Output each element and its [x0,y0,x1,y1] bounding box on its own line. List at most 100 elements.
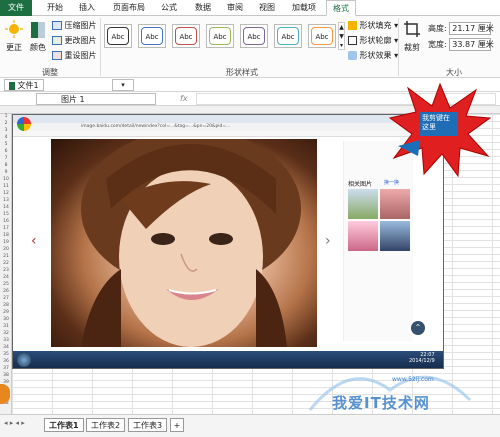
prev-arrow-icon[interactable]: ‹ [31,233,37,249]
row-number[interactable]: 27 [0,296,12,301]
row-number[interactable]: 4 [0,135,12,140]
width-input[interactable]: 33.87 厘米 [449,38,494,51]
shape-style-5[interactable]: Abc [240,24,268,48]
height-input[interactable]: 21.17 厘米 [449,22,494,35]
tab-formulas[interactable]: 公式 [154,0,184,16]
related-thumb-1[interactable] [348,189,378,219]
row-number[interactable]: 3 [0,128,12,133]
tab-review[interactable]: 审阅 [220,0,250,16]
compress-pictures-button[interactable]: 压缩图片 [52,20,97,31]
row-number[interactable]: 24 [0,275,12,280]
height-row: 高度: 21.17 厘米 [428,22,494,35]
browser-logo-icon [17,117,31,131]
row-number[interactable]: 12 [0,191,12,196]
row-number[interactable]: 11 [0,184,12,189]
shape-outline-button[interactable]: 形状轮廓 ▾ [348,35,398,46]
row-number[interactable]: 17 [0,226,12,231]
browser-tab-strip [13,115,443,123]
row-number[interactable]: 18 [0,233,12,238]
row-number[interactable]: 1 [0,114,12,119]
row-number[interactable]: 23 [0,268,12,273]
tab-insert[interactable]: 插入 [72,0,102,16]
row-number[interactable]: 8 [0,163,12,168]
start-button-icon[interactable] [17,353,31,367]
shape-style-2[interactable]: Abc [138,24,166,48]
paint-bucket-icon [348,21,357,30]
shape-style-3[interactable]: Abc [172,24,200,48]
new-sheet-icon[interactable]: + [170,418,184,432]
document-tab[interactable]: 文件1 [4,79,44,91]
crop-label: 裁剪 [404,43,420,52]
ribbon-tabs: 文件 开始 插入 页面布局 公式 数据 审阅 视图 加载项 格式 [0,0,500,16]
row-number[interactable]: 29 [0,310,12,315]
sheet-tab-bar: ◂ ▸ ◂ ▸ 工作表1 工作表2 工作表3 + [0,414,500,437]
row-number[interactable]: 33 [0,338,12,343]
sheet-tab-3[interactable]: 工作表3 [128,418,168,432]
tab-page-layout[interactable]: 页面布局 [106,0,152,16]
watermark-text: 我爱IT技术网 [332,394,430,412]
fx-icon[interactable]: fx [180,93,188,105]
row-number[interactable]: 15 [0,212,12,217]
shape-style-scroll[interactable]: ▲ ▼ ▾ [338,22,345,50]
tab-format[interactable]: 格式 [326,0,356,16]
row-number[interactable]: 19 [0,240,12,245]
shape-style-4[interactable]: Abc [206,24,234,48]
new-document-dropdown[interactable]: ▾ [112,79,134,91]
tab-home[interactable]: 开始 [40,0,70,16]
row-number[interactable]: 13 [0,198,12,203]
row-number[interactable]: 7 [0,156,12,161]
row-number[interactable]: 14 [0,205,12,210]
row-number[interactable]: 37 [0,366,12,371]
shape-style-6[interactable]: Abc [274,24,302,48]
shuffle-link[interactable]: 换一换 [384,179,399,186]
sheet-tab-1[interactable]: 工作表1 [44,418,84,432]
next-arrow-icon[interactable]: › [325,233,331,249]
row-headers: 1 2 3 4 5 6 7 8 9 10 11 12 13 14 15 16 17 18 19 20 21 22 23 24 2… [0,114,12,414]
row-number[interactable]: 32 [0,331,12,336]
corrections-button[interactable]: 更正 [4,20,24,53]
row-number[interactable]: 36 [0,359,12,364]
row-number[interactable]: 20 [0,247,12,252]
shape-style-1[interactable]: Abc [104,24,132,48]
callout-text: 我剪键在 这里 [420,112,458,136]
crop-button[interactable]: 裁剪 [402,20,422,53]
change-picture-button[interactable]: 更改图片 [52,35,97,46]
sheet-tab-2[interactable]: 工作表2 [86,418,126,432]
row-number[interactable]: 28 [0,303,12,308]
related-thumb-3[interactable] [348,221,378,251]
tab-view[interactable]: 视图 [252,0,282,16]
row-number[interactable]: 5 [0,142,12,147]
related-thumb-4[interactable] [380,221,410,251]
shape-style-7[interactable]: Abc [308,24,336,48]
shape-fill-button[interactable]: 形状填充 ▾ [348,20,398,31]
tab-file[interactable]: 文件 [0,0,32,16]
tab-addins[interactable]: 加载项 [284,0,324,16]
inserted-picture[interactable]: image.baidu.com/detail/newindex?col=...&… [12,114,444,369]
row-number[interactable]: 31 [0,324,12,329]
row-number[interactable]: 35 [0,352,12,357]
color-button[interactable]: 颜色 [28,20,48,53]
shape-effects-button[interactable]: 形状效果 ▾ [348,50,398,61]
tab-data[interactable]: 数据 [188,0,218,16]
related-thumb-2[interactable] [380,189,410,219]
row-number[interactable]: 30 [0,317,12,322]
row-number[interactable]: 10 [0,177,12,182]
row-number[interactable]: 6 [0,149,12,154]
row-number[interactable]: 21 [0,254,12,259]
portrait-illustration [81,139,301,347]
color-label: 颜色 [30,43,46,52]
row-number[interactable]: 34 [0,345,12,350]
row-number[interactable]: 16 [0,219,12,224]
row-number[interactable]: 22 [0,261,12,266]
row-number[interactable]: 38 [0,373,12,378]
separator [398,18,399,76]
back-to-top-icon[interactable]: ⌃ [411,321,425,335]
row-number[interactable]: 25 [0,282,12,287]
name-box[interactable]: 图片 1 [36,93,156,105]
reset-picture-button[interactable]: 重设图片 [52,50,97,61]
row-number[interactable]: 26 [0,289,12,294]
sheet-nav-icons[interactable]: ◂ ▸ ◂ ▸ [4,419,25,427]
adjust-group-label: 调整 [42,68,58,77]
row-number[interactable]: 2 [0,121,12,126]
row-number[interactable]: 9 [0,170,12,175]
